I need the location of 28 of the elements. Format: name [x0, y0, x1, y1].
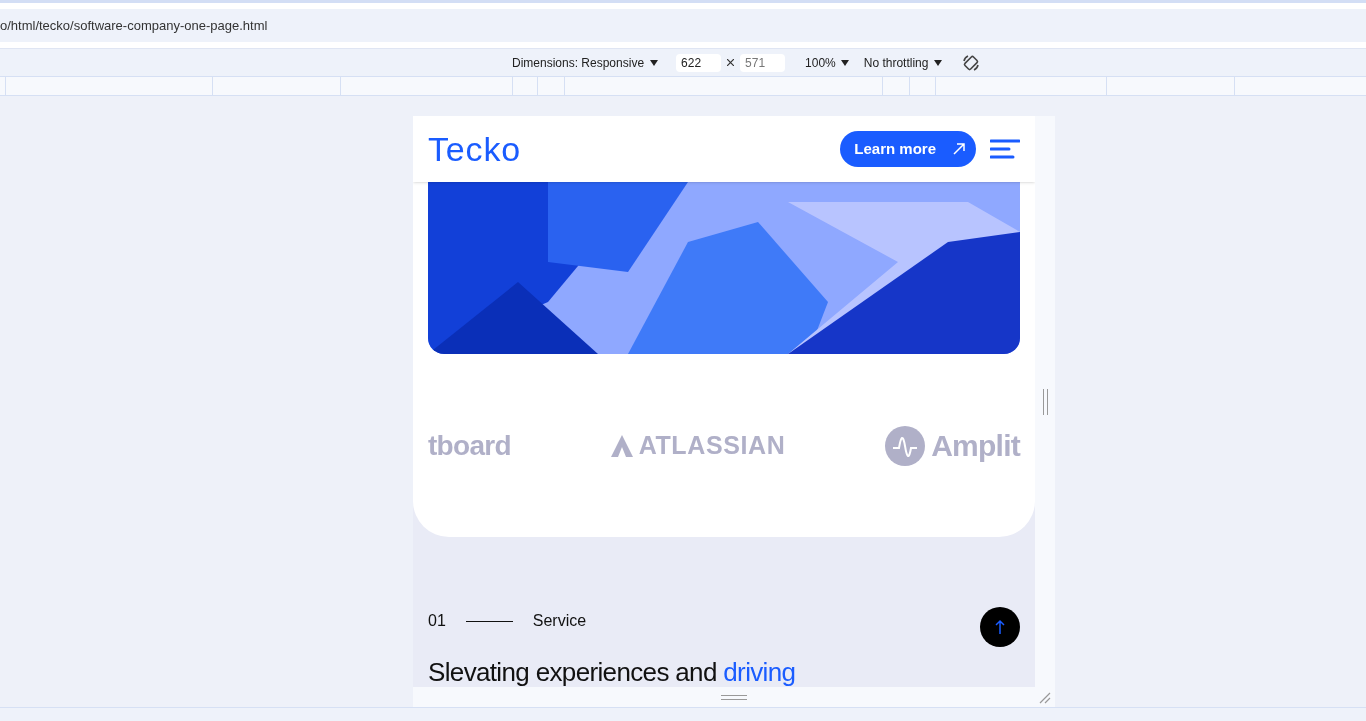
section-label: Service	[532, 611, 587, 631]
width-input[interactable]: 622	[676, 53, 722, 72]
caret-icon	[840, 59, 849, 66]
rotate-icon[interactable]	[962, 53, 981, 72]
height-input[interactable]: 571	[740, 53, 786, 72]
section-heading: Slevating experiences and driving	[427, 656, 797, 687]
partner-logo-text: tboard	[428, 428, 511, 463]
triangle-icon	[610, 434, 633, 457]
zoom-dropdown[interactable]: 100%	[805, 53, 849, 72]
caret-icon	[650, 59, 659, 66]
resize-handle[interactable]	[1042, 388, 1048, 415]
site-logo[interactable]: Tecko	[428, 132, 522, 166]
partner-logo-text: ATLASSIAN	[638, 429, 786, 461]
menu-icon[interactable]	[990, 139, 1020, 159]
resize-corner-icon[interactable]	[1039, 692, 1051, 704]
dimensions-dropdown[interactable]: Dimensions: Responsive	[512, 53, 659, 72]
throttling-dropdown[interactable]: No throttling	[863, 53, 943, 72]
back-to-top-button[interactable]	[980, 607, 1020, 647]
up-arrow-icon	[995, 619, 1005, 635]
wave-circle-icon	[885, 425, 926, 466]
section-number: 01	[428, 611, 446, 631]
address-bar-url[interactable]: o/html/tecko/software-company-one-page.html	[0, 15, 268, 36]
learn-more-button[interactable]: Learn more	[840, 131, 976, 167]
caret-icon	[934, 59, 943, 66]
resize-handle[interactable]	[721, 694, 747, 700]
arrow-icon	[952, 142, 966, 156]
partner-logo-text: Amplit	[931, 428, 1020, 464]
times-icon	[727, 59, 735, 66]
